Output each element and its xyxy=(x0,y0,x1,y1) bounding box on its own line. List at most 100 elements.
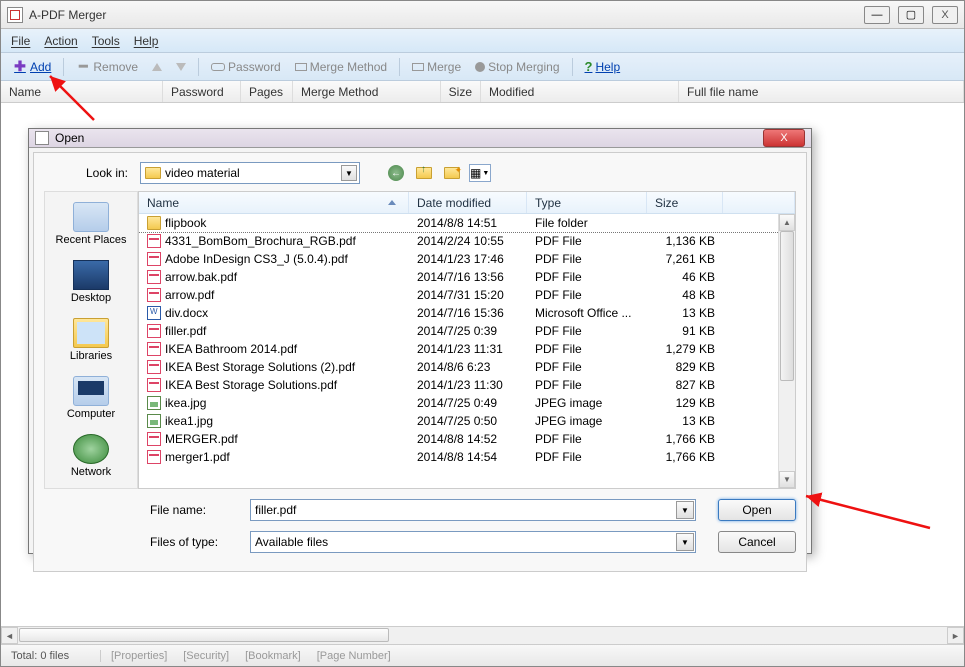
key-icon xyxy=(211,63,225,71)
filecol-size[interactable]: Size xyxy=(647,192,723,213)
file-row[interactable]: MERGER.pdf2014/8/8 14:52PDF File1,766 KB xyxy=(139,430,795,448)
separator xyxy=(198,58,199,76)
pdf-icon xyxy=(147,432,161,446)
file-row[interactable]: arrow.pdf2014/7/31 15:20PDF File48 KB xyxy=(139,286,795,304)
col-size[interactable]: Size xyxy=(441,81,481,102)
file-row[interactable]: div.docx2014/7/16 15:36Microsoft Office … xyxy=(139,304,795,322)
lookin-dropdown[interactable]: video material ▼ xyxy=(140,162,360,184)
window-controls: — ▢ X xyxy=(864,6,958,24)
new-folder-button[interactable]: ✦ xyxy=(442,163,462,183)
col-merge-method[interactable]: Merge Method xyxy=(293,81,441,102)
file-row[interactable]: ikea.jpg2014/7/25 0:49JPEG image129 KB xyxy=(139,394,795,412)
password-button[interactable]: Password xyxy=(207,58,285,76)
folder-up-icon: ↑ xyxy=(416,167,432,179)
filetype-dropdown[interactable]: Available files▼ xyxy=(250,531,696,553)
remove-button[interactable]: ━Remove xyxy=(72,58,142,76)
status-bookmark: [Bookmark] xyxy=(239,650,307,662)
col-name[interactable]: Name xyxy=(1,81,163,102)
lookin-value: video material xyxy=(165,166,240,180)
toolbar: ✚Add ━Remove Password Merge Method Merge… xyxy=(1,53,964,81)
desktop-icon xyxy=(73,260,109,290)
filecol-date[interactable]: Date modified xyxy=(409,192,527,213)
list-column-header: Name Password Pages Merge Method Size Mo… xyxy=(1,81,964,103)
dialog-close-button[interactable]: X xyxy=(763,129,805,147)
filecol-type[interactable]: Type xyxy=(527,192,647,213)
place-recent[interactable]: Recent Places xyxy=(45,198,137,250)
col-full-name[interactable]: Full file name xyxy=(679,81,964,102)
file-row[interactable]: arrow.bak.pdf2014/7/16 13:56PDF File46 K… xyxy=(139,268,795,286)
dialog-main: Recent Places Desktop Libraries Computer… xyxy=(44,191,796,489)
filecol-extra[interactable] xyxy=(723,192,795,213)
app-icon xyxy=(7,7,23,23)
filetype-label: Files of type: xyxy=(44,535,242,549)
file-row[interactable]: ikea1.jpg2014/7/25 0:50JPEG image13 KB xyxy=(139,412,795,430)
status-security: [Security] xyxy=(177,650,235,662)
file-row[interactable]: flipbook2014/8/8 14:51File folder xyxy=(139,214,795,232)
merge-button[interactable]: Merge xyxy=(408,58,465,76)
minus-icon: ━ xyxy=(76,60,90,74)
triangle-up-icon xyxy=(152,63,162,71)
scrollbar-thumb[interactable] xyxy=(19,628,389,642)
chevron-down-icon: ▼ xyxy=(341,165,357,181)
help-icon: ? xyxy=(585,59,593,74)
scroll-right-button[interactable]: ► xyxy=(947,627,964,644)
back-button[interactable]: ← xyxy=(386,163,406,183)
scrollbar-thumb[interactable] xyxy=(780,231,794,381)
menu-action[interactable]: Action xyxy=(44,34,77,48)
img-icon xyxy=(147,414,161,428)
file-list-scrollbar[interactable]: ▲ ▼ xyxy=(778,214,795,488)
place-libraries[interactable]: Libraries xyxy=(45,314,137,366)
place-computer[interactable]: Computer xyxy=(45,372,137,424)
folder-icon xyxy=(147,216,161,230)
menu-help[interactable]: Help xyxy=(134,34,159,48)
maximize-button[interactable]: ▢ xyxy=(898,6,924,24)
menu-file[interactable]: File xyxy=(11,34,30,48)
filename-input[interactable]: filler.pdf▼ xyxy=(250,499,696,521)
add-button[interactable]: ✚Add xyxy=(9,58,55,76)
status-bar: Total: 0 files [Properties] [Security] [… xyxy=(1,644,964,666)
open-button[interactable]: Open xyxy=(718,499,796,521)
merge-method-button[interactable]: Merge Method xyxy=(291,58,391,76)
filetype-row: Files of type: Available files▼ Cancel xyxy=(44,529,796,555)
help-button[interactable]: ?Help xyxy=(581,57,625,76)
status-total: Total: 0 files xyxy=(5,650,101,662)
folder-icon xyxy=(145,167,161,179)
file-row[interactable]: filler.pdf2014/7/25 0:39PDF File91 KB xyxy=(139,322,795,340)
menu-bar: File Action Tools Help xyxy=(1,29,964,53)
col-pages[interactable]: Pages xyxy=(241,81,293,102)
dialog-icon xyxy=(35,131,49,145)
view-menu-button[interactable]: ▦▼ xyxy=(470,163,490,183)
scroll-left-button[interactable]: ◄ xyxy=(1,627,18,644)
menu-tools[interactable]: Tools xyxy=(92,34,120,48)
minimize-button[interactable]: — xyxy=(864,6,890,24)
close-button[interactable]: X xyxy=(932,6,958,24)
place-network[interactable]: Network xyxy=(45,430,137,482)
move-down-button[interactable] xyxy=(172,61,190,73)
computer-icon xyxy=(73,376,109,406)
separator xyxy=(572,58,573,76)
chevron-down-icon: ▼ xyxy=(676,501,694,519)
place-desktop[interactable]: Desktop xyxy=(45,256,137,308)
col-modified[interactable]: Modified xyxy=(481,81,679,102)
new-folder-icon: ✦ xyxy=(444,167,460,179)
horizontal-scrollbar[interactable]: ◄ ► xyxy=(1,626,964,644)
pdf-icon xyxy=(147,450,161,464)
pdf-icon xyxy=(147,288,161,302)
file-list-header: Name Date modified Type Size xyxy=(139,192,795,214)
col-password[interactable]: Password xyxy=(163,81,241,102)
img-icon xyxy=(147,396,161,410)
file-row[interactable]: 4331_BomBom_Brochura_RGB.pdf2014/2/24 10… xyxy=(139,232,795,250)
up-one-level-button[interactable]: ↑ xyxy=(414,163,434,183)
file-row[interactable]: merger1.pdf2014/8/8 14:54PDF File1,766 K… xyxy=(139,448,795,466)
pdf-icon xyxy=(147,270,161,284)
file-row[interactable]: IKEA Bathroom 2014.pdf2014/1/23 11:31PDF… xyxy=(139,340,795,358)
stop-merging-button[interactable]: Stop Merging xyxy=(471,58,563,76)
move-up-button[interactable] xyxy=(148,61,166,73)
cancel-button[interactable]: Cancel xyxy=(718,531,796,553)
filecol-name[interactable]: Name xyxy=(139,192,409,213)
scroll-up-button[interactable]: ▲ xyxy=(779,214,795,231)
file-row[interactable]: IKEA Best Storage Solutions.pdf2014/1/23… xyxy=(139,376,795,394)
file-row[interactable]: IKEA Best Storage Solutions (2).pdf2014/… xyxy=(139,358,795,376)
scroll-down-button[interactable]: ▼ xyxy=(779,471,795,488)
file-row[interactable]: Adobe InDesign CS3_J (5.0.4).pdf2014/1/2… xyxy=(139,250,795,268)
